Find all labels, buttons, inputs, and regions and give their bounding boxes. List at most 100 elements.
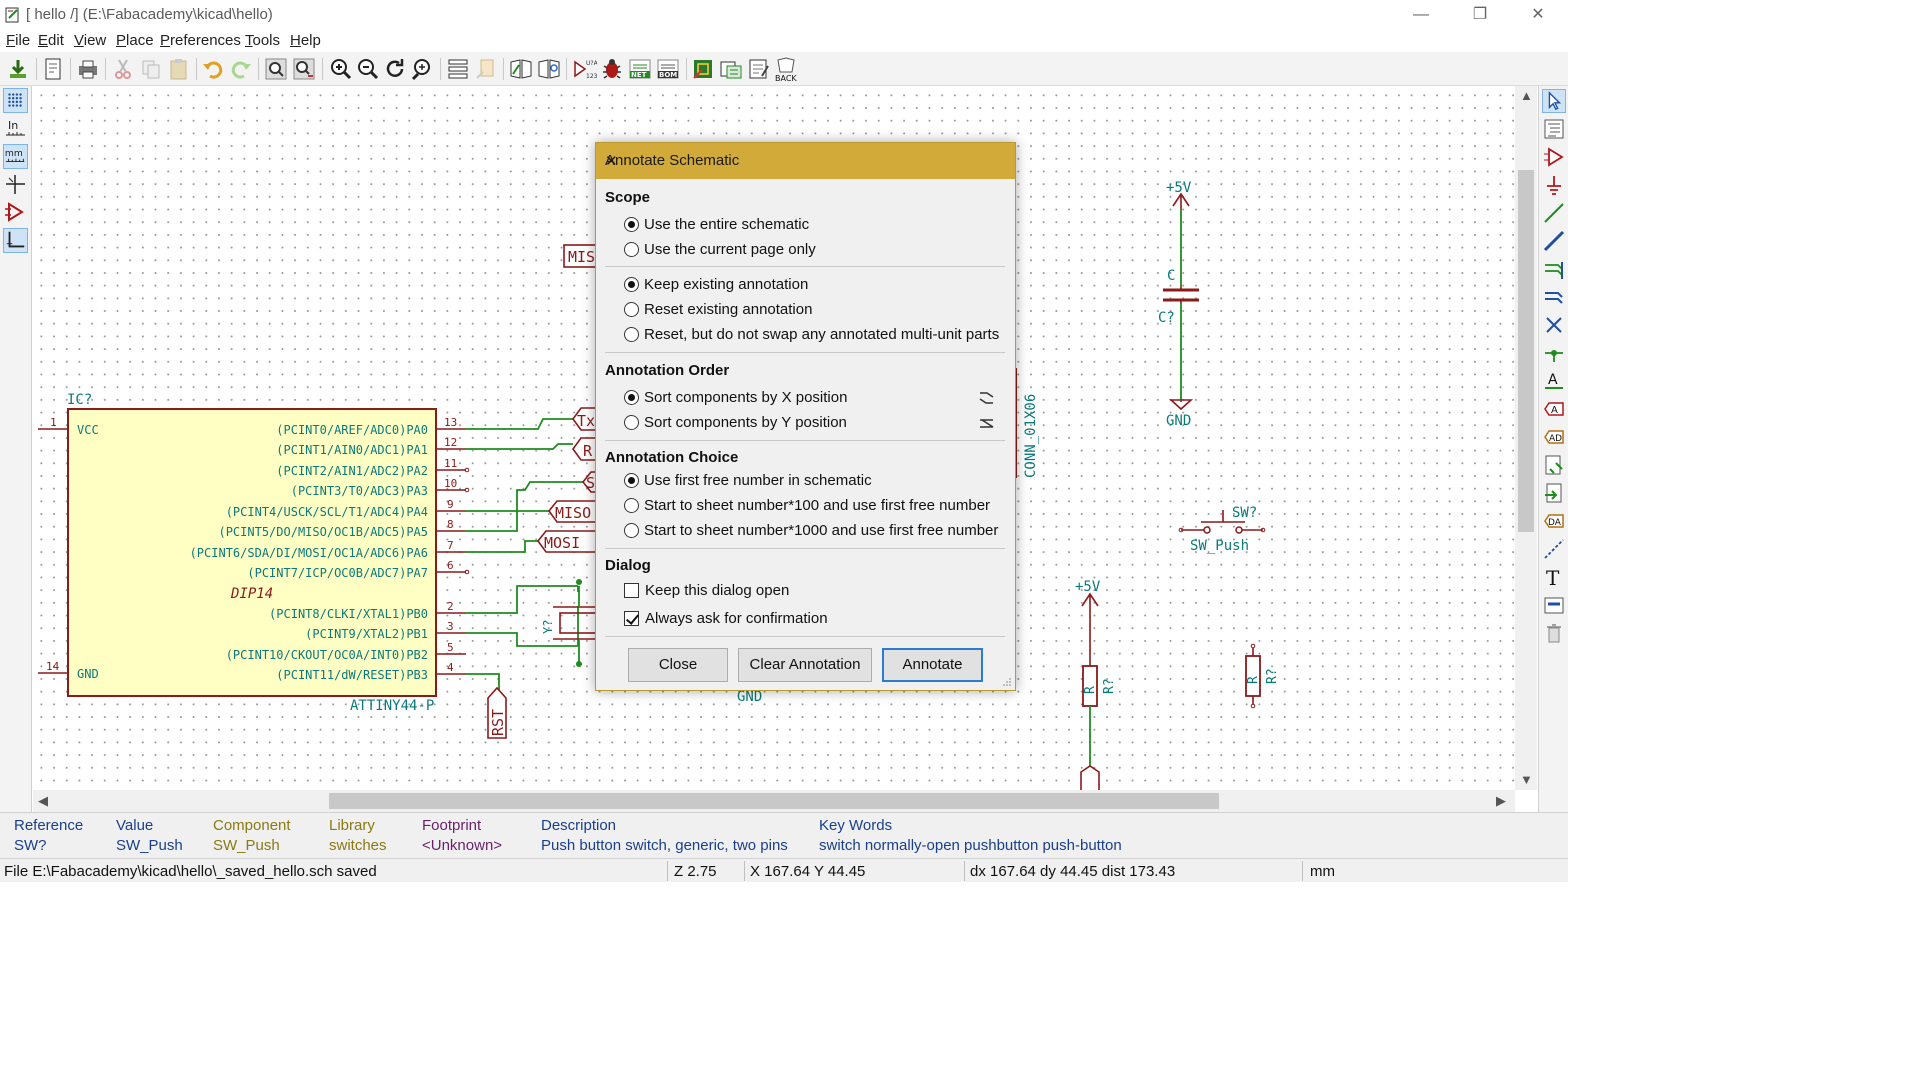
scroll-left-icon[interactable]: ◀ — [38, 793, 48, 809]
hierarchical-sheet-icon[interactable] — [1542, 453, 1566, 477]
scroll-down-icon[interactable]: ▼ — [1520, 772, 1533, 787]
radio-button[interactable] — [624, 498, 639, 513]
keep-dialog-open-checkbox[interactable]: Keep this dialog open — [624, 582, 924, 602]
dialog-title-bar[interactable]: Annotate Schematic ✕ — [596, 143, 1015, 179]
copy-icon[interactable] — [138, 56, 164, 82]
page-settings-icon[interactable] — [40, 56, 66, 82]
place-image-icon[interactable] — [1542, 593, 1566, 617]
annotate-icon[interactable]: U?A 123 — [571, 56, 597, 82]
horizontal-scroll-thumb[interactable] — [329, 793, 1219, 809]
menu-edit[interactable]: Edit — [38, 32, 64, 49]
annotate-button[interactable]: Annotate — [882, 648, 983, 682]
scope-entire-radio[interactable]: Use the entire schematic — [624, 216, 1004, 236]
radio-button[interactable] — [624, 327, 639, 342]
menu-help[interactable]: Help — [290, 32, 321, 49]
close-window-button[interactable]: ✕ — [1515, 2, 1561, 28]
radio-button[interactable] — [624, 242, 639, 257]
import-sheet-pin-icon[interactable] — [1542, 481, 1566, 505]
place-power-icon[interactable] — [1542, 173, 1566, 197]
clear-annotation-button[interactable]: Clear Annotation — [738, 648, 872, 682]
find-icon[interactable] — [263, 56, 289, 82]
scroll-right-icon[interactable]: ▶ — [1496, 793, 1506, 809]
checkbox[interactable] — [624, 583, 639, 598]
checkbox[interactable] — [624, 611, 639, 626]
cvpcb-icon[interactable] — [690, 56, 716, 82]
menu-file[interactable]: File — [6, 32, 30, 49]
menu-tools[interactable]: Tools — [245, 32, 280, 49]
wire-45-degree-icon[interactable] — [3, 228, 28, 253]
grid-toggle-icon[interactable] — [3, 88, 28, 113]
hierarchy-navigator-icon[interactable] — [1542, 117, 1566, 141]
global-label-icon[interactable]: A — [1542, 397, 1566, 421]
bus-to-bus-entry-icon[interactable] — [1542, 285, 1566, 309]
sheet-number-1000-radio[interactable]: Start to sheet number*1000 and use first… — [624, 522, 1004, 542]
radio-button[interactable] — [624, 390, 639, 405]
sheet-number-100-radio[interactable]: Start to sheet number*100 and use first … — [624, 497, 1004, 517]
radio-button[interactable] — [624, 523, 639, 538]
vertical-scroll-thumb[interactable] — [1518, 170, 1534, 532]
find-replace-icon[interactable] — [291, 56, 317, 82]
scope-current-page-radio[interactable]: Use the current page only — [624, 241, 1004, 261]
menu-view[interactable]: View — [74, 32, 106, 49]
dialog-close-icon[interactable]: ✕ — [605, 152, 618, 170]
graphic-line-icon[interactable] — [1542, 537, 1566, 561]
sort-by-y-radio[interactable]: Sort components by Y position — [624, 414, 964, 434]
back-annotate-icon[interactable]: BACK — [772, 56, 800, 82]
hidden-pins-icon[interactable] — [3, 200, 28, 225]
menu-place[interactable]: Place — [116, 32, 154, 49]
cut-icon[interactable] — [110, 56, 136, 82]
undo-icon[interactable] — [200, 56, 226, 82]
hierarchical-label-icon[interactable]: AD — [1542, 425, 1566, 449]
zoom-in-icon[interactable] — [328, 56, 354, 82]
select-arrow-icon[interactable] — [1542, 89, 1566, 113]
restore-button[interactable]: ❐ — [1457, 2, 1503, 28]
reset-annotation-radio[interactable]: Reset existing annotation — [624, 301, 1004, 321]
menu-preferences[interactable]: Preferences — [160, 32, 241, 49]
no-connect-icon[interactable] — [1542, 313, 1566, 337]
zoom-out-icon[interactable] — [355, 56, 381, 82]
radio-button[interactable] — [624, 473, 639, 488]
place-bus-icon[interactable] — [1542, 229, 1566, 253]
radio-button[interactable] — [624, 217, 639, 232]
place-wire-icon[interactable] — [1542, 201, 1566, 225]
graphic-text-icon[interactable]: T — [1542, 565, 1566, 589]
horizontal-scrollbar[interactable]: ◀ ▶ — [33, 790, 1515, 812]
redraw-icon[interactable] — [382, 56, 408, 82]
pcbnew-icon[interactable] — [718, 56, 744, 82]
junction-icon[interactable] — [1542, 341, 1566, 365]
sheet-pin-icon[interactable]: DA — [1542, 509, 1566, 533]
units-inch-icon[interactable]: In — [3, 116, 28, 141]
keep-annotation-radio[interactable]: Keep existing annotation — [624, 276, 1004, 296]
scroll-up-icon[interactable]: ▲ — [1520, 88, 1533, 103]
units-mm-icon[interactable]: mm — [3, 144, 28, 169]
leave-sheet-icon[interactable] — [473, 56, 499, 82]
paste-icon[interactable] — [166, 56, 192, 82]
import-footprint-icon[interactable] — [746, 56, 772, 82]
bom-icon[interactable]: BOM — [655, 56, 681, 82]
library-editor-icon[interactable] — [508, 56, 534, 82]
minimize-button[interactable]: — — [1398, 2, 1444, 28]
erc-icon[interactable] — [599, 56, 625, 82]
always-ask-confirmation-checkbox[interactable]: Always ask for confirmation — [624, 610, 924, 630]
vertical-scrollbar[interactable]: ▲ ▼ — [1515, 86, 1537, 790]
first-free-number-radio[interactable]: Use first free number in schematic — [624, 472, 1004, 492]
cursor-shape-icon[interactable] — [3, 172, 28, 197]
new-sheet-icon[interactable] — [5, 56, 31, 82]
zoom-fit-icon[interactable] — [409, 56, 435, 82]
close-button[interactable]: Close — [628, 648, 728, 682]
radio-button[interactable] — [624, 277, 639, 292]
place-component-icon[interactable] — [1542, 145, 1566, 169]
radio-button[interactable] — [624, 302, 639, 317]
net-label-icon[interactable]: A — [1542, 369, 1566, 393]
library-browser-icon[interactable] — [536, 56, 562, 82]
radio-button[interactable] — [624, 415, 639, 430]
print-icon[interactable] — [75, 56, 101, 82]
hierarchy-icon[interactable] — [445, 56, 471, 82]
reset-no-swap-radio[interactable]: Reset, but do not swap any annotated mul… — [624, 326, 1004, 346]
netlist-icon[interactable]: NET — [627, 56, 653, 82]
sort-by-x-radio[interactable]: Sort components by X position — [624, 389, 964, 409]
delete-icon[interactable] — [1542, 621, 1566, 645]
redo-icon[interactable] — [228, 56, 254, 82]
resize-grip-icon[interactable] — [1002, 677, 1012, 687]
wire-to-bus-entry-icon[interactable] — [1542, 257, 1566, 281]
